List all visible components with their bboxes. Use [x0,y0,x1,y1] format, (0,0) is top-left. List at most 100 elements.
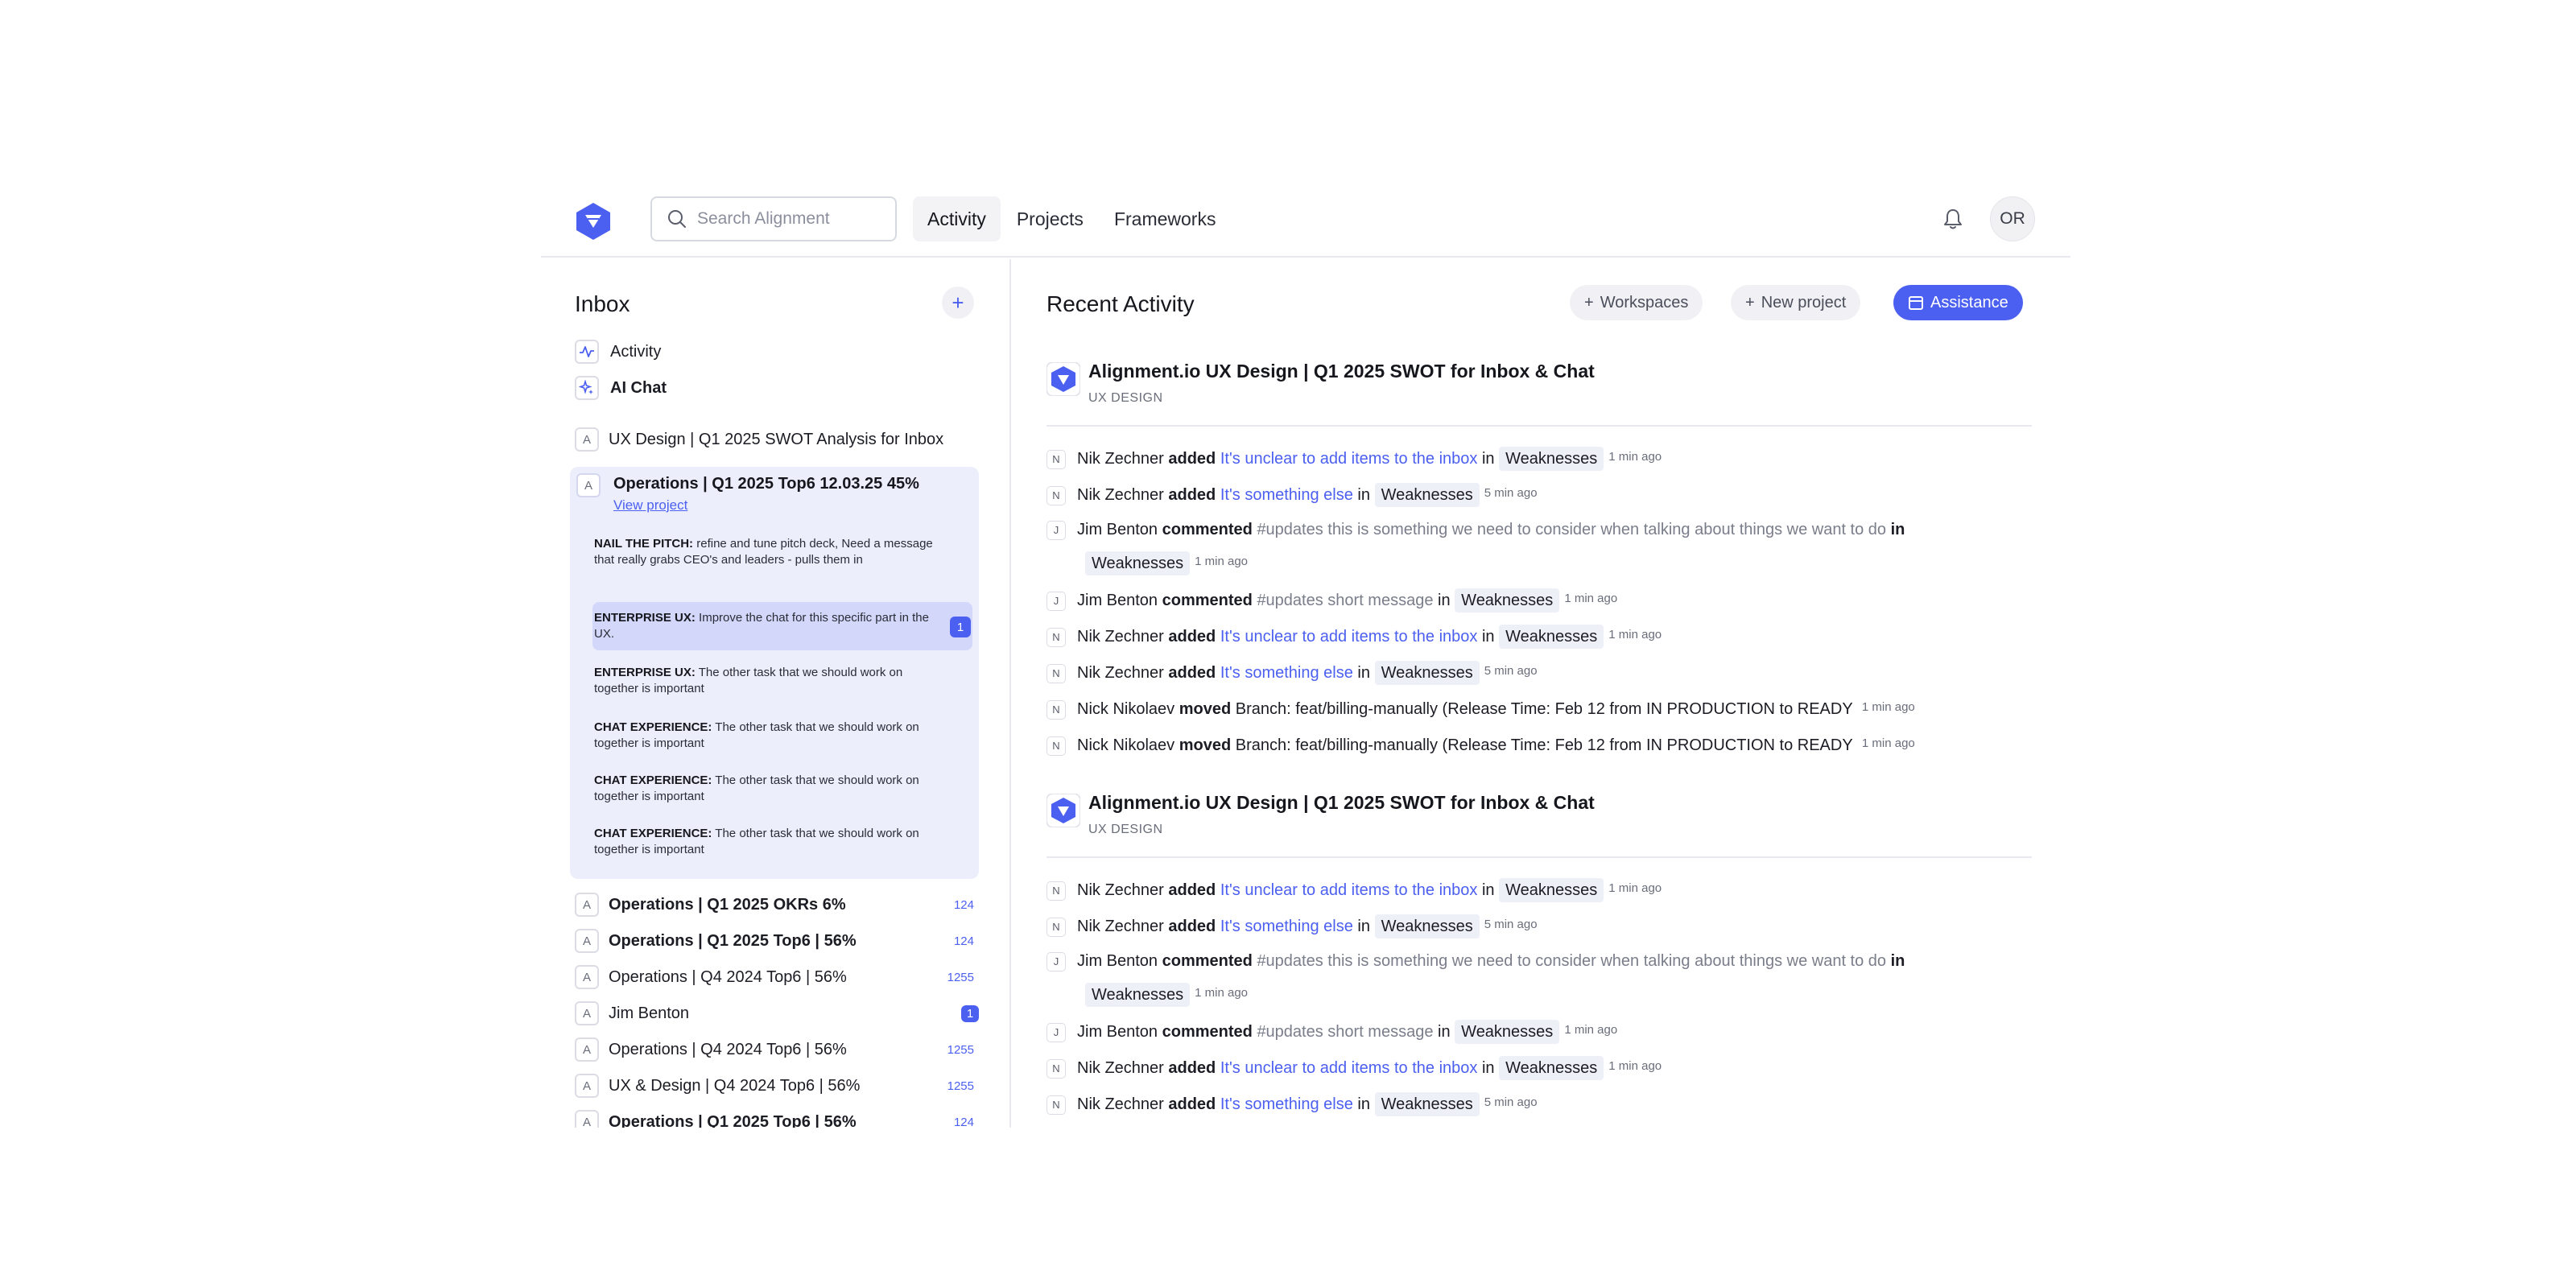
activity-row[interactable]: N Nik Zechner added It's unclear to add i… [1046,619,2032,653]
workspaces-button[interactable]: + Workspaces [1570,285,1703,320]
sidebar-item-ai-chat[interactable]: AI Chat [575,376,667,400]
user-name: Nik Zechner [1077,1095,1164,1113]
conversation-label: Operations | Q1 2025 OKRs 6% [609,895,846,914]
category-tag[interactable]: Weaknesses [1374,1092,1480,1116]
timestamp: 1 min ago [1608,881,1662,895]
project-logo-icon [1046,362,1080,396]
activity-text[interactable]: It's unclear to add items to the inbox [1220,628,1478,646]
activity-row[interactable]: NNick Nikolaev moved Branch: feat/billin… [1046,1123,2032,1128]
activity-row[interactable]: NNick Nikolaev moved Branch: feat/billin… [1046,691,2032,725]
assistance-button[interactable]: Assistance [1893,285,2023,320]
timestamp: 1 min ago [1195,986,1249,1000]
sparkle-icon [575,376,599,400]
conversation-avatar: A [575,1001,599,1025]
expanded-project-title[interactable]: Operations | Q1 2025 Top6 12.03.25 45% [613,475,919,493]
new-project-button[interactable]: + New project [1731,285,1861,320]
activity-text[interactable]: It's something else [1220,664,1353,682]
activity-text[interactable]: It's something else [1220,1095,1353,1113]
in-word: in [1890,521,1905,538]
activity-group-header[interactable]: Alignment.io UX Design | Q1 2025 SWOT fo… [1046,359,2032,427]
add-inbox-button[interactable]: + [942,287,974,319]
category-tag[interactable]: Weaknesses [1455,588,1560,613]
task-item[interactable]: CHAT EXPERIENCE: The other task that we … [594,826,948,858]
sidebar-item-label: AI Chat [610,378,667,397]
task-item[interactable]: NAIL THE PITCH: refine and tune pitch de… [594,536,948,568]
task-item[interactable]: ENTERPRISE UX: The other task that we sh… [594,665,948,697]
task-item[interactable]: CHAT EXPERIENCE: The other task that we … [594,773,948,805]
task-item-selected[interactable]: ENTERPRISE UX: Improve the chat for this… [594,610,948,642]
in-word: in [1481,1059,1495,1077]
activity-row[interactable]: N Nik Zechner added It's unclear to add i… [1046,872,2032,906]
category-tag[interactable]: Weaknesses [1499,447,1604,471]
sidebar-item-label: Activity [610,342,662,361]
activity-row[interactable]: J Jim Benton commented #updates short mes… [1046,1014,2032,1048]
conversation-item[interactable]: A Operations | Q4 2024 Top6 | 56% 1255 [575,961,979,993]
search-input[interactable]: Search Alignment [650,196,897,241]
inbox-sidebar: Inbox + Activity AI Chat A UX Design | Q… [541,259,1011,1128]
category-tag[interactable]: Weaknesses [1374,483,1480,507]
activity-row[interactable]: N Nik Zechner added It's unclear to add i… [1046,1050,2032,1084]
category-tag[interactable]: Weaknesses [1374,661,1480,685]
action-verb: added [1168,1095,1216,1113]
conversation-item[interactable]: A Jim Benton 1 [575,997,979,1029]
activity-row[interactable]: J Jim Benton commented #updates short mes… [1046,583,2032,617]
conversation-item[interactable]: A UX & Design | Q4 2024 Top6 | 56% 1255 [575,1070,979,1102]
conversation-avatar: A [575,893,599,917]
user-name: Nick Nikolaev [1077,700,1175,718]
activity-text[interactable]: It's something else [1220,486,1353,504]
activity-row[interactable]: N Nik Zechner added It's something else i… [1046,1087,2032,1120]
timestamp: 1 min ago [1861,700,1915,714]
task-item[interactable]: CHAT EXPERIENCE: The other task that we … [594,720,948,752]
activity-text[interactable]: It's something else [1220,918,1353,935]
activity-row[interactable]: N Nik Zechner added It's unclear to add i… [1046,441,2032,475]
user-avatar[interactable]: OR [1990,196,2035,241]
nav-tab-frameworks[interactable]: Frameworks [1100,196,1231,241]
in-word: in [1357,918,1370,935]
unread-count: 124 [953,1115,974,1128]
category-tag[interactable]: Weaknesses [1499,878,1604,902]
action-verb: added [1168,918,1216,935]
view-project-link[interactable]: View project [613,497,687,514]
timestamp: 5 min ago [1484,664,1538,678]
category-tag[interactable]: Weaknesses [1085,983,1191,1007]
activity-row[interactable]: J Jim Benton commented #updates this is s… [1046,514,2032,580]
category-tag[interactable]: Weaknesses [1499,625,1604,649]
conversation-item[interactable]: A Operations | Q4 2024 Top6 | 56% 1255 [575,1033,979,1066]
activity-group-header[interactable]: Alignment.io UX Design | Q1 2025 SWOT fo… [1046,790,2032,858]
activity-text[interactable]: It's unclear to add items to the inbox [1220,450,1478,468]
action-verb: added [1168,664,1216,682]
activity-row[interactable]: N Nik Zechner added It's something else i… [1046,477,2032,511]
page-title: Recent Activity [1046,291,1195,316]
nav-tab-activity[interactable]: Activity [913,196,1001,241]
conversation-item[interactable]: A Operations | Q1 2025 Top6 | 56% 124 [575,1106,979,1128]
workspaces-label: Workspaces [1600,293,1689,311]
conversation-avatar: A [575,1110,599,1128]
task-label: CHAT EXPERIENCE: [594,827,712,840]
category-tag[interactable]: Weaknesses [1499,1056,1604,1080]
activity-row[interactable]: N Nik Zechner added It's something else i… [1046,655,2032,689]
conversation-avatar: A [575,965,599,989]
nav-tab-projects[interactable]: Projects [1002,196,1098,241]
activity-row[interactable]: NNick Nikolaev moved Branch: feat/billin… [1046,728,2032,761]
conversation-item[interactable]: A Operations | Q1 2025 OKRs 6% 124 [575,889,979,921]
notifications-button[interactable] [1938,204,1967,233]
conversation-item[interactable]: A Operations | Q1 2025 Top6 | 56% 124 [575,925,979,957]
activity-row[interactable]: J Jim Benton commented #updates this is s… [1046,945,2032,1011]
alignment-logo-icon[interactable] [573,201,613,241]
category-tag[interactable]: Weaknesses [1374,914,1480,938]
category-tag[interactable]: Weaknesses [1085,551,1191,575]
conversation-avatar: A [575,929,599,953]
activity-text: #updates short message [1257,592,1434,609]
in-word: in [1357,1095,1370,1113]
activity-text[interactable]: It's unclear to add items to the inbox [1220,1059,1478,1077]
sidebar-item-activity[interactable]: Activity [575,340,661,364]
group-title: Alignment.io UX Design | Q1 2025 SWOT fo… [1088,361,1595,382]
activity-text[interactable]: It's unclear to add items to the inbox [1220,881,1478,899]
conversation-item[interactable]: A UX Design | Q1 2025 SWOT Analysis for … [575,423,979,456]
conversation-avatar: A [575,427,599,452]
action-verb: added [1168,881,1216,899]
activity-row[interactable]: N Nik Zechner added It's something else i… [1046,909,2032,943]
action-verb: added [1168,1059,1216,1077]
timestamp: 1 min ago [1608,628,1662,641]
category-tag[interactable]: Weaknesses [1455,1020,1560,1044]
